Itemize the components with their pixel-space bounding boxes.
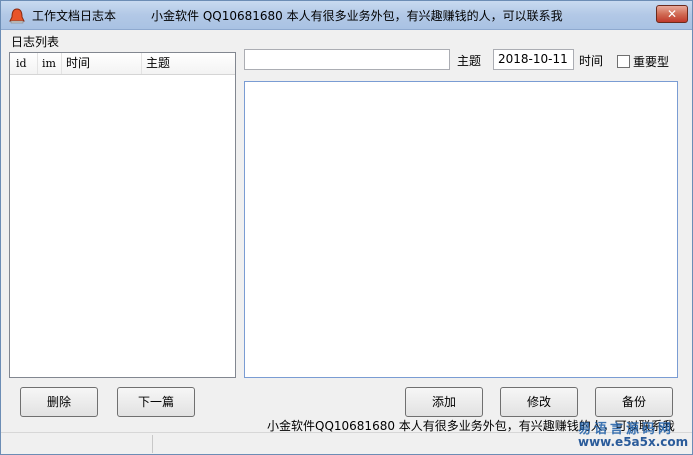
time-label: 时间 xyxy=(579,54,604,68)
add-button[interactable]: 添加 xyxy=(405,387,483,417)
close-icon: ✕ xyxy=(666,7,678,21)
modify-button[interactable]: 修改 xyxy=(500,387,578,417)
column-header-im[interactable]: im xyxy=(38,53,62,74)
column-header-subject[interactable]: 主题 xyxy=(142,53,235,74)
subject-label: 主题 xyxy=(457,54,482,68)
log-list-label: 日志列表 xyxy=(11,35,60,49)
site-watermark: 易语言源码网 www.e5a5x.com xyxy=(574,418,692,454)
important-label[interactable]: 重要型 xyxy=(633,53,669,70)
close-button[interactable]: ✕ xyxy=(656,5,688,23)
status-panel-1 xyxy=(1,435,153,453)
app-window: 工作文档日志本 小金软件 QQ10681680 本人有很多业务外包，有兴趣赚钱的… xyxy=(0,0,693,455)
log-content-editor[interactable] xyxy=(244,81,678,378)
bell-icon xyxy=(9,8,25,24)
status-panel-2 xyxy=(153,435,573,453)
column-header-id[interactable]: id xyxy=(12,53,38,74)
backup-button[interactable]: 备份 xyxy=(595,387,673,417)
log-list-header: id im 时间 主题 xyxy=(10,53,235,75)
watermark-url: www.e5a5x.com xyxy=(578,435,689,449)
delete-button[interactable]: 删除 xyxy=(20,387,98,417)
column-header-time[interactable]: 时间 xyxy=(62,53,142,74)
log-list[interactable]: id im 时间 主题 xyxy=(9,52,236,378)
next-button[interactable]: 下一篇 xyxy=(117,387,195,417)
window-title: 工作文档日志本 xyxy=(32,9,117,23)
title-bar[interactable]: 工作文档日志本 小金软件 QQ10681680 本人有很多业务外包，有兴趣赚钱的… xyxy=(1,1,692,30)
important-checkbox[interactable] xyxy=(617,55,630,68)
subject-input[interactable] xyxy=(244,49,450,70)
title-advertisement: 小金软件 QQ10681680 本人有很多业务外包，有兴趣赚钱的人，可以联系我 xyxy=(151,9,563,23)
date-input[interactable]: 2018-10-11 xyxy=(493,49,574,70)
